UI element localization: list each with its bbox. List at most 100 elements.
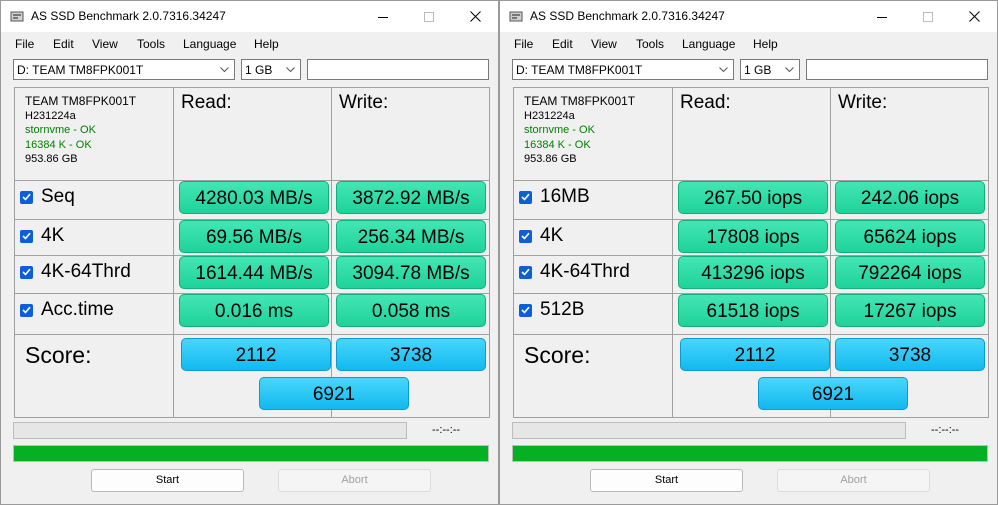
checkbox-checked-icon[interactable] [519, 229, 532, 243]
checkbox-checked-icon[interactable] [519, 190, 532, 204]
row-4k-64thrd-read-result: 413296 iops [678, 256, 828, 289]
minimize-button[interactable] [859, 1, 905, 32]
menu-1[interactable]: Edit [53, 37, 74, 51]
score-write: 3738 [336, 338, 486, 371]
row-acc-time-label[interactable]: Acc.time [20, 299, 114, 321]
menu-4[interactable]: Language [183, 37, 236, 51]
score-label: Score: [25, 342, 92, 368]
row-4k-label[interactable]: 4K [20, 225, 64, 247]
device-name: TEAM TM8FPK001T [25, 94, 137, 108]
app-window: AS SSD Benchmark 2.0.7316.34247 File Edit… [499, 0, 998, 505]
results-grid: TEAM TM8FPK001T H231224a stornvme - OK 1… [513, 87, 989, 418]
minimize-button[interactable] [360, 1, 406, 32]
menu-5[interactable]: Help [753, 37, 778, 51]
abort-button[interactable]: Abort [278, 469, 431, 492]
title-bar[interactable]: AS SSD Benchmark 2.0.7316.34247 [500, 1, 997, 32]
status-textbox[interactable] [806, 59, 988, 80]
checkbox-checked-icon[interactable] [519, 303, 532, 317]
row-seq-read-result: 267.50 iops [678, 181, 828, 214]
checkbox-checked-icon[interactable] [20, 265, 33, 279]
menu-2[interactable]: View [92, 37, 118, 51]
test-progress-bar [13, 422, 407, 439]
alignment-status: 16384 K - OK [25, 138, 92, 151]
close-button[interactable] [951, 1, 997, 32]
close-button[interactable] [452, 1, 498, 32]
menu-1[interactable]: Edit [552, 37, 573, 51]
row-4k-write-result: 65624 iops [835, 220, 985, 253]
row-seq-label[interactable]: Seq [20, 186, 75, 208]
chevron-down-icon [719, 67, 728, 73]
driver-status: stornvme - OK [25, 124, 96, 136]
size-select[interactable]: 1 GB [740, 59, 800, 80]
test-name: 16MB [540, 186, 590, 207]
status-textbox[interactable] [307, 59, 489, 80]
device-capacity: 953.86 GB [25, 153, 78, 165]
menu-3[interactable]: Tools [636, 37, 664, 51]
row-4k-64thrd-label[interactable]: 4K-64Thrd [519, 261, 630, 283]
start-button[interactable]: Start [91, 469, 244, 492]
menu-0[interactable]: File [514, 37, 533, 51]
alignment-status: 16384 K - OK [524, 138, 591, 151]
minimize-icon [877, 16, 887, 18]
row-seq-write-result: 3872.92 MB/s [336, 181, 486, 214]
drive-select-value: D: TEAM TM8FPK001T [17, 63, 144, 77]
drive-select[interactable]: D: TEAM TM8FPK001T [13, 59, 235, 80]
size-select[interactable]: 1 GB [241, 59, 301, 80]
row-acc-time-write-result: 17267 iops [835, 294, 985, 327]
start-button[interactable]: Start [590, 469, 743, 492]
device-firmware: H231224a [524, 109, 575, 122]
device-name: TEAM TM8FPK001T [524, 94, 636, 108]
row-4k-label[interactable]: 4K [519, 225, 563, 247]
menu-0[interactable]: File [15, 37, 34, 51]
size-select-value: 1 GB [245, 63, 273, 77]
test-name: 4K [41, 225, 65, 246]
score-total: 6921 [259, 377, 409, 410]
abort-button[interactable]: Abort [777, 469, 930, 492]
menu-3[interactable]: Tools [137, 37, 165, 51]
maximize-button[interactable] [905, 1, 951, 32]
maximize-icon [923, 11, 933, 22]
drive-select-value: D: TEAM TM8FPK001T [516, 63, 643, 77]
checkbox-checked-icon[interactable] [20, 303, 33, 317]
menu-2[interactable]: View [591, 37, 617, 51]
app-window: AS SSD Benchmark 2.0.7316.34247 File Edit… [0, 0, 499, 505]
test-name: 4K-64Thrd [41, 261, 131, 282]
test-name: Acc.time [41, 299, 114, 320]
menu-bar: File Edit View Tools Language Help [1, 32, 498, 56]
row-acc-time-label[interactable]: 512B [519, 299, 584, 321]
score-read: 2112 [181, 338, 331, 371]
device-info: TEAM TM8FPK001T H231224a stornvme - OK 1… [25, 94, 136, 167]
device-capacity: 953.86 GB [524, 153, 577, 165]
test-name: 4K-64Thrd [540, 261, 630, 282]
row-seq-read-result: 4280.03 MB/s [179, 181, 329, 214]
test-name: 4K [540, 225, 564, 246]
row-4k-write-result: 256.34 MB/s [336, 220, 486, 253]
score-total: 6921 [758, 377, 908, 410]
drive-select[interactable]: D: TEAM TM8FPK001T [512, 59, 734, 80]
row-4k-64thrd-write-result: 3094.78 MB/s [336, 256, 486, 289]
score-write: 3738 [835, 338, 985, 371]
row-4k-64thrd-label[interactable]: 4K-64Thrd [20, 261, 131, 283]
results-grid: TEAM TM8FPK001T H231224a stornvme - OK 1… [14, 87, 490, 418]
row-4k-64thrd-read-result: 1614.44 MB/s [179, 256, 329, 289]
test-name: Seq [41, 186, 75, 207]
title-bar[interactable]: AS SSD Benchmark 2.0.7316.34247 [1, 1, 498, 32]
menu-5[interactable]: Help [254, 37, 279, 51]
menu-bar: File Edit View Tools Language Help [500, 32, 997, 56]
close-icon [968, 11, 980, 22]
row-seq-label[interactable]: 16MB [519, 186, 590, 208]
elapsed-time: --:--:-- [432, 424, 461, 436]
write-header: Write: [838, 92, 888, 113]
read-header: Read: [680, 92, 731, 113]
chevron-down-icon [785, 67, 794, 73]
row-4k-64thrd-write-result: 792264 iops [835, 256, 985, 289]
score-label: Score: [524, 342, 591, 368]
app-icon [10, 11, 24, 22]
menu-4[interactable]: Language [682, 37, 735, 51]
row-4k-read-result: 17808 iops [678, 220, 828, 253]
row-acc-time-read-result: 0.016 ms [179, 294, 329, 327]
maximize-button[interactable] [406, 1, 452, 32]
checkbox-checked-icon[interactable] [20, 229, 33, 243]
checkbox-checked-icon[interactable] [519, 265, 532, 279]
checkbox-checked-icon[interactable] [20, 190, 33, 204]
